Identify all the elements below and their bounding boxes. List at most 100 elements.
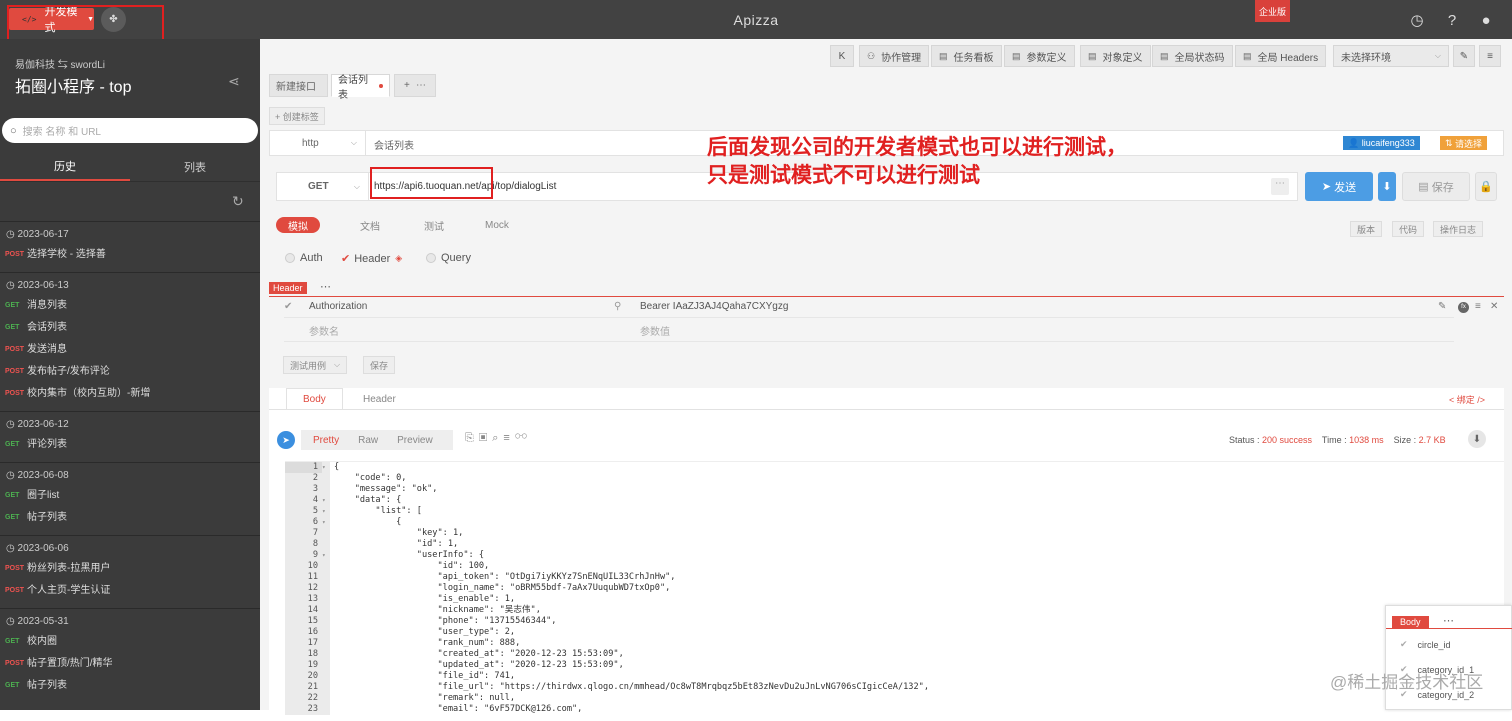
create-tag-button[interactable]: + 创建标签 xyxy=(269,107,325,125)
history-item[interactable]: POST 选择学校 - 选择善 xyxy=(0,244,260,266)
test-case-select[interactable]: 测试用例 ⌵ xyxy=(283,356,348,374)
download-icon[interactable]: ⬇ xyxy=(1468,430,1486,448)
objects-label: 对象定义 xyxy=(1102,52,1143,64)
view-preview[interactable]: Preview xyxy=(385,435,445,446)
mode-tab-test[interactable]: 测试 xyxy=(424,217,444,233)
annotation-text: 后面发现公司的开发者模式也可以进行测试， 只是测试模式不可以进行测试 xyxy=(707,134,1127,190)
url-more-icon[interactable]: ⋯ xyxy=(1271,178,1289,195)
test-save-button[interactable]: 保存 xyxy=(363,356,396,374)
version-button[interactable]: 版本 xyxy=(1350,221,1383,237)
protocol-select[interactable]: http ⌵ xyxy=(270,131,366,155)
code-text: "message": "ok", xyxy=(334,484,438,494)
auth-option[interactable]: Auth xyxy=(285,252,323,264)
code-text: "phone": "13715546344", xyxy=(334,616,557,626)
refresh-icon[interactable]: ↻ xyxy=(232,193,244,210)
api-name-input[interactable]: 会话列表 xyxy=(374,137,414,152)
response-code-editor[interactable]: 1 ▾{2 "code": 0, 3 "message": "ok", 4 ▾ "dat… xyxy=(285,461,1504,721)
header-more-icon[interactable]: ⋯ xyxy=(320,280,331,293)
body-more-icon[interactable]: ⋯ xyxy=(1443,614,1454,627)
send-plane-icon[interactable]: ➤ xyxy=(277,431,295,449)
response-tab-header[interactable]: Header xyxy=(347,388,412,410)
param-value-input[interactable]: 参数值 xyxy=(640,323,670,338)
method-select[interactable]: GET ⌵ xyxy=(277,173,369,200)
history-item[interactable]: POST 粉丝列表-拉黑用户 xyxy=(0,558,260,580)
history-item[interactable]: GET 消息列表 xyxy=(0,295,260,317)
history-item[interactable]: GET 圈子list xyxy=(0,485,260,507)
help-icon[interactable]: ? xyxy=(1443,11,1461,29)
history-item[interactable]: GET 评论列表 xyxy=(0,434,260,456)
history-item[interactable]: POST 发送消息 xyxy=(0,339,260,361)
response-tab-body[interactable]: Body xyxy=(286,388,343,410)
header-value[interactable]: Bearer IAaZJ3AJ4Qaha7CXYgzg xyxy=(640,301,788,312)
history-item[interactable]: POST 帖子置顶/热门/精华 xyxy=(0,653,260,675)
collab-button[interactable]: ⚇ 协作管理 xyxy=(859,45,930,67)
fold-icon xyxy=(322,682,330,693)
function-icon[interactable]: fx xyxy=(1458,302,1469,313)
env-select[interactable]: 未选择环境 ⌵ xyxy=(1333,45,1449,67)
send-button[interactable]: ➤ 发送 xyxy=(1305,172,1373,201)
lock-button[interactable]: 🔒 xyxy=(1475,172,1497,201)
edit-env-button[interactable]: ✎ xyxy=(1453,45,1475,67)
radio-icon xyxy=(285,253,295,263)
add-tab-icon[interactable]: + xyxy=(404,80,410,91)
copy-icon[interactable]: ⎘ xyxy=(465,432,479,444)
tab-history[interactable]: 历史 xyxy=(0,152,130,181)
fold-icon xyxy=(322,671,330,682)
body-param-row[interactable]: ✔ circle_id xyxy=(1400,632,1510,657)
oplog-button[interactable]: 操作日志 xyxy=(1433,221,1484,237)
param-name-input[interactable]: 参数名 xyxy=(309,323,640,338)
history-group: ◷ 2023-06-17 POST 选择学校 - 选择善 xyxy=(0,221,260,272)
code-button[interactable]: 代码 xyxy=(1392,221,1425,237)
code-line: 19 "updated_at": "2020-12-23 15:53:09", xyxy=(285,660,1504,671)
query-option[interactable]: Query xyxy=(426,252,471,264)
clock-icon[interactable]: ◷ xyxy=(1408,11,1426,29)
mode-tab-docs[interactable]: 文档 xyxy=(360,217,380,233)
header-option[interactable]: ✔ Header ◈ xyxy=(341,252,402,266)
share-icon[interactable]: ⋖ xyxy=(228,73,240,90)
user-icon[interactable]: ● xyxy=(1477,11,1495,29)
global-headers-button[interactable]: ▤ 全局 Headers xyxy=(1235,45,1327,67)
history-item[interactable]: GET 会话列表 xyxy=(0,317,260,339)
params-button[interactable]: ▤ 参数定义 xyxy=(1004,45,1075,67)
status-select[interactable]: ⇅ 请选择 xyxy=(1440,136,1488,150)
history-item[interactable]: POST 个人主页-学生认证 xyxy=(0,580,260,602)
header-key[interactable]: Authorization xyxy=(309,301,614,312)
env-settings-button[interactable]: ≡ xyxy=(1479,45,1501,67)
history-item[interactable]: GET 帖子列表 xyxy=(0,507,260,529)
wrap-icon[interactable]: ≡ xyxy=(503,432,514,444)
save-button[interactable]: ▤ 保存 xyxy=(1402,172,1470,201)
search-doc-icon[interactable]: ⌕ xyxy=(492,432,503,444)
link-icon[interactable]: ⚯ xyxy=(515,432,533,444)
code-line: 22 "remark": null, xyxy=(285,693,1504,704)
view-switch: Pretty Raw Preview xyxy=(301,430,453,450)
bind-link[interactable]: < 绑定 /> xyxy=(1449,393,1485,406)
fold-icon xyxy=(322,616,330,627)
fold-icon: ▾ xyxy=(322,550,330,561)
mode-tab-mock[interactable]: 模拟 xyxy=(276,217,320,233)
check-icon[interactable]: ✔ xyxy=(284,301,309,312)
status-codes-button[interactable]: ▤ 全局状态码 xyxy=(1152,45,1233,67)
clipboard-icon[interactable]: ▣ xyxy=(479,432,492,444)
objects-button[interactable]: ▤ 对象定义 xyxy=(1080,45,1151,67)
params-label: 参数定义 xyxy=(1026,52,1067,64)
more-icon[interactable]: ⋯ xyxy=(416,80,426,91)
history-item[interactable]: POST 校内集市（校内互助）-新增 xyxy=(0,383,260,405)
tasks-button[interactable]: ▤ 任务看板 xyxy=(931,45,1002,67)
mode-tab-mockserver[interactable]: Mock xyxy=(485,217,509,233)
drag-icon[interactable]: ≡ xyxy=(1475,301,1481,312)
edit-icon[interactable]: ✎ xyxy=(1438,301,1446,312)
org-name: 易伽科技 ⇆ swordLi xyxy=(15,60,106,71)
history-item[interactable]: GET 校内圈 xyxy=(0,631,260,653)
tab-new-api[interactable]: 新建接口 xyxy=(269,74,328,97)
line-number: 4 xyxy=(285,495,322,506)
delete-icon[interactable]: ✕ xyxy=(1490,301,1498,312)
history-item[interactable]: GET 帖子列表 xyxy=(0,675,260,697)
collapse-button[interactable]: K xyxy=(830,45,854,67)
history-item[interactable]: POST 发布帖子/发布评论 xyxy=(0,361,260,383)
search-input[interactable]: ○ 搜索 名称 和 URL xyxy=(2,118,258,143)
tab-dialog-list[interactable]: 会话列表 xyxy=(331,74,390,101)
view-pretty[interactable]: Pretty xyxy=(301,435,351,446)
tab-list[interactable]: 列表 xyxy=(130,152,260,181)
view-raw[interactable]: Raw xyxy=(351,435,385,446)
send-options-button[interactable]: ⬇ xyxy=(1378,172,1396,201)
